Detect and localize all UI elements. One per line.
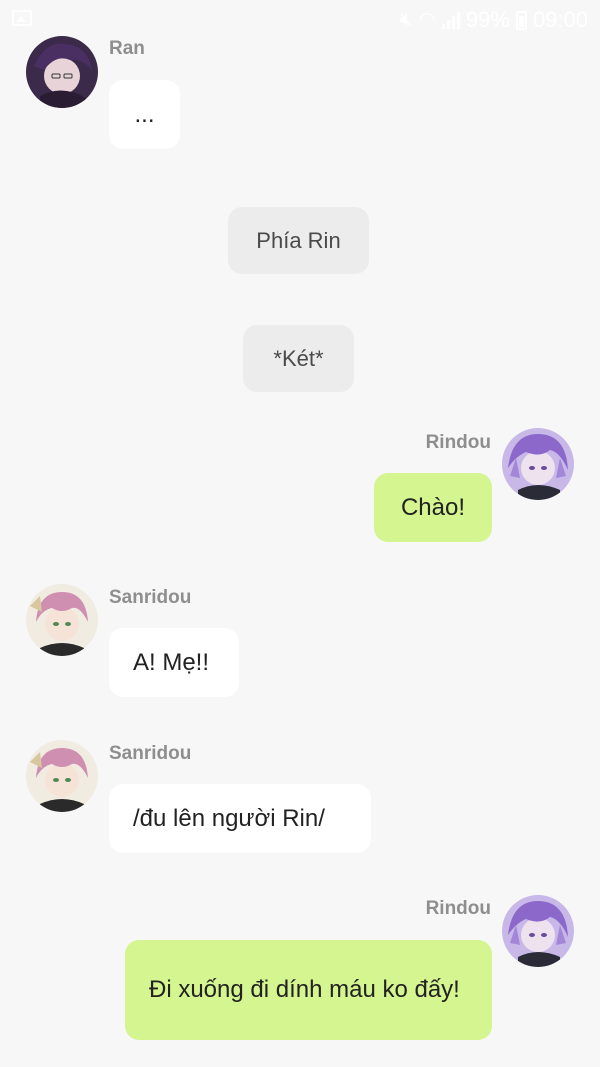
wifi-icon: ◠ [418,9,436,31]
message-text: A! Mẹ!! [133,648,210,676]
message-bubble[interactable]: Chào! [374,473,492,542]
mute-icon: 🔇︎ [399,9,413,31]
system-message: *Két* [243,325,354,392]
message-text: Đi xuống đi dính máu ko đấy! [149,976,460,1003]
rindou-avatar[interactable] [502,895,574,967]
message-text: ... [134,100,155,128]
rindou-avatar[interactable] [502,428,574,500]
sanridou-avatar[interactable] [26,584,98,656]
system-message: Phía Rin [228,207,369,274]
battery-icon [515,10,527,30]
system-message-text: *Két* [273,345,324,371]
ran-avatar[interactable] [26,36,98,108]
chat-screen: 🔇︎ ◠ 99% 09:00 Ran ... Phía Rin *Két* Ri… [0,0,600,1067]
message-text: /đu lên người Rin/ [133,804,325,832]
status-icons: 🔇︎ ◠ 99% 09:00 [400,6,588,34]
battery-percent: 99% [465,7,510,32]
sender-name: Ran [109,38,145,59]
sender-name: Rindou [425,432,491,453]
sender-name: Rindou [425,898,491,919]
message-text: Chào! [400,493,466,521]
message-bubble[interactable]: A! Mẹ!! [109,628,239,697]
message-bubble[interactable]: Đi xuống đi dính máu ko đấy! [125,940,492,1040]
clock: 09:00 [532,7,588,32]
image-icon [12,10,32,26]
system-message-text: Phía Rin [256,227,341,253]
message-bubble[interactable]: /đu lên người Rin/ [109,784,371,853]
message-bubble[interactable]: ... [109,80,180,149]
sender-name: Sanridou [109,587,192,608]
sanridou-avatar[interactable] [26,740,98,812]
signal-icon [441,11,460,29]
status-bar: 🔇︎ ◠ 99% 09:00 [0,0,600,40]
sender-name: Sanridou [109,743,192,764]
